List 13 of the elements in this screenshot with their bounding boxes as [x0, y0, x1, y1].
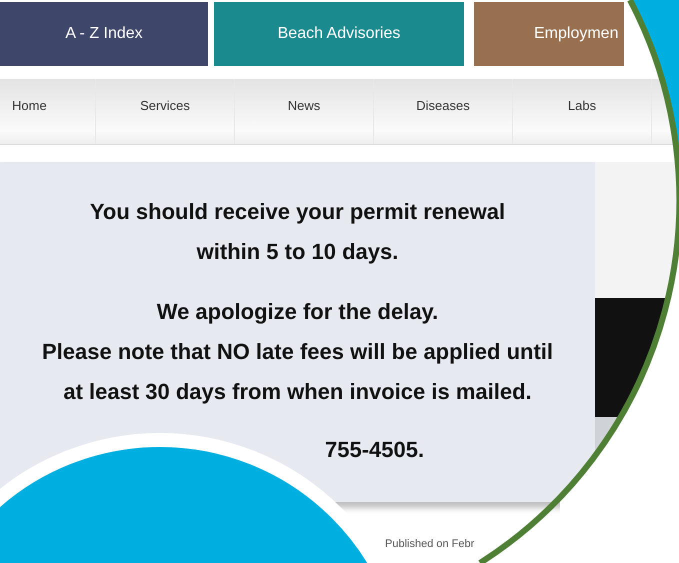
section-link[interactable]: A - Z Index — [0, 2, 208, 66]
nav-link[interactable]: Home — [0, 79, 96, 144]
notice-text: Please note that NO late fees will be applied until — [40, 338, 554, 366]
notice-text: at least 30 days from when invoice is mailed. — [62, 378, 533, 406]
nav-link[interactable]: Diseases — [374, 79, 513, 144]
phone-number: 755-4505. — [325, 437, 426, 463]
nav-link[interactable]: Services — [96, 79, 235, 144]
section-link[interactable]: Beach Advisories — [214, 2, 464, 66]
notice-text: within 5 to 10 days. — [196, 238, 400, 266]
nav-link[interactable]: News — [235, 79, 374, 144]
notice-text: You should receive your permit renewal — [88, 198, 506, 226]
published-date: Published on Febr — [385, 538, 474, 550]
notice-text: We apologize for the delay. — [156, 298, 440, 326]
